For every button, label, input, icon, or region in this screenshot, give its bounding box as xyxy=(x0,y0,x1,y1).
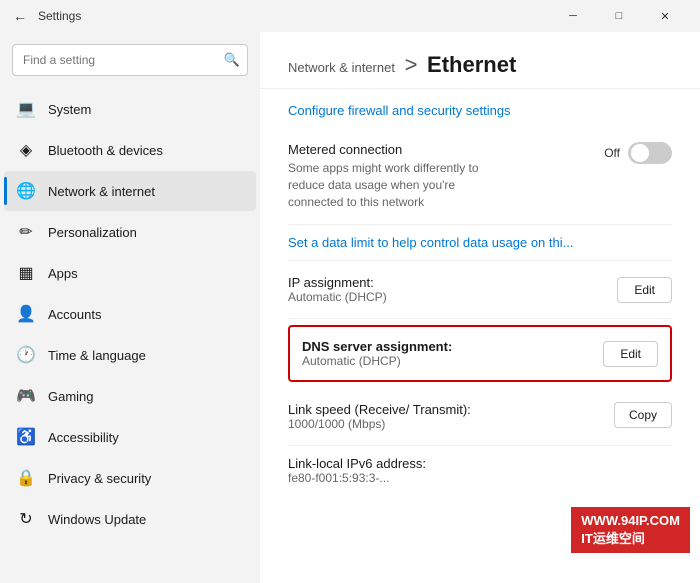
data-limit-link[interactable]: Set a data limit to help control data us… xyxy=(288,225,672,261)
ip-edit-button[interactable]: Edit xyxy=(617,277,672,303)
sidebar-item-label-network: Network & internet xyxy=(48,184,244,199)
link-speed-value: 1000/1000 (Mbps) xyxy=(288,417,598,431)
network-icon: 🌐 xyxy=(16,181,36,201)
page-title: Ethernet xyxy=(427,52,516,77)
time-icon: 🕐 xyxy=(16,345,36,365)
sidebar-item-label-personalization: Personalization xyxy=(48,225,244,240)
sidebar-item-accessibility[interactable]: ♿ Accessibility xyxy=(4,417,256,457)
ipv6-title: Link-local IPv6 address: xyxy=(288,456,672,471)
toggle-knob xyxy=(631,144,649,162)
sidebar-item-apps[interactable]: ▦ Apps xyxy=(4,253,256,293)
metered-toggle[interactable] xyxy=(628,142,672,164)
dns-assignment-title: DNS server assignment: xyxy=(302,339,603,354)
sidebar-item-update[interactable]: ↻ Windows Update xyxy=(4,499,256,539)
sidebar: 🔍 💻 System ◈ Bluetooth & devices 🌐 Network & … xyxy=(0,32,260,583)
sidebar-item-label-system: System xyxy=(48,102,244,117)
breadcrumb-separator: > xyxy=(405,52,418,77)
metered-connection-title: Metered connection xyxy=(288,142,588,157)
metered-connection-row: Metered connection Some apps might work … xyxy=(288,128,672,225)
ip-assignment-value: Automatic (DHCP) xyxy=(288,290,617,304)
personalization-icon: ✏ xyxy=(16,222,36,242)
metered-connection-control: Off xyxy=(604,142,672,164)
link-speed-title: Link speed (Receive/ Transmit): xyxy=(288,402,598,417)
sidebar-item-network[interactable]: 🌐 Network & internet xyxy=(4,171,256,211)
metered-connection-desc: Some apps might work differently to redu… xyxy=(288,160,508,210)
dns-assignment-value: Automatic (DHCP) xyxy=(302,354,603,368)
content-area: Network & internet > Ethernet Configure … xyxy=(260,32,700,583)
nav-list: 💻 System ◈ Bluetooth & devices 🌐 Network & in… xyxy=(0,88,260,540)
accounts-icon: 👤 xyxy=(16,304,36,324)
search-input[interactable] xyxy=(12,44,248,76)
maximize-button[interactable]: □ xyxy=(596,0,642,32)
search-box: 🔍 xyxy=(12,44,248,76)
sidebar-item-gaming[interactable]: 🎮 Gaming xyxy=(4,376,256,416)
sidebar-item-privacy[interactable]: 🔒 Privacy & security xyxy=(4,458,256,498)
dns-assignment-row: DNS server assignment: Automatic (DHCP) … xyxy=(288,325,672,382)
sidebar-item-label-time: Time & language xyxy=(48,348,244,363)
sidebar-item-label-apps: Apps xyxy=(48,266,244,281)
app-body: 🔍 💻 System ◈ Bluetooth & devices 🌐 Network & … xyxy=(0,32,700,583)
sidebar-item-personalization[interactable]: ✏ Personalization xyxy=(4,212,256,252)
toggle-off-label: Off xyxy=(604,146,620,160)
sidebar-item-label-bluetooth: Bluetooth & devices xyxy=(48,143,244,158)
back-button[interactable]: ← xyxy=(12,8,28,24)
search-icon: 🔍 xyxy=(224,52,240,68)
ipv6-row: Link-local IPv6 address: fe80-f001:5:93:… xyxy=(288,446,672,489)
metered-connection-info: Metered connection Some apps might work … xyxy=(288,142,588,210)
ip-assignment-title: IP assignment: xyxy=(288,275,617,290)
sidebar-item-label-gaming: Gaming xyxy=(48,389,244,404)
privacy-icon: 🔒 xyxy=(16,468,36,488)
minimize-button[interactable]: ─ xyxy=(550,0,596,32)
close-button[interactable]: ✕ xyxy=(642,0,688,32)
app-title: Settings xyxy=(38,9,550,23)
sidebar-item-bluetooth[interactable]: ◈ Bluetooth & devices xyxy=(4,130,256,170)
sidebar-item-label-privacy: Privacy & security xyxy=(48,471,244,486)
link-speed-info: Link speed (Receive/ Transmit): 1000/100… xyxy=(288,402,598,431)
sidebar-item-time[interactable]: 🕐 Time & language xyxy=(4,335,256,375)
dns-assignment-info: DNS server assignment: Automatic (DHCP) xyxy=(302,339,603,368)
section-name: Network & internet xyxy=(288,60,395,75)
gaming-icon: 🎮 xyxy=(16,386,36,406)
ip-assignment-info: IP assignment: Automatic (DHCP) xyxy=(288,275,617,304)
apps-icon: ▦ xyxy=(16,263,36,283)
content-body: Configure firewall and security settings… xyxy=(260,89,700,583)
breadcrumb: Network & internet > Ethernet xyxy=(288,52,672,78)
sidebar-item-label-update: Windows Update xyxy=(48,512,244,527)
accessibility-icon: ♿ xyxy=(16,427,36,447)
dns-edit-button[interactable]: Edit xyxy=(603,341,658,367)
sidebar-item-label-accounts: Accounts xyxy=(48,307,244,322)
window-controls: ─ □ ✕ xyxy=(550,0,688,32)
link-speed-row: Link speed (Receive/ Transmit): 1000/100… xyxy=(288,388,672,446)
system-icon: 💻 xyxy=(16,99,36,119)
update-icon: ↻ xyxy=(16,509,36,529)
copy-button[interactable]: Copy xyxy=(614,402,672,428)
ip-assignment-row: IP assignment: Automatic (DHCP) Edit xyxy=(288,261,672,319)
bluetooth-icon: ◈ xyxy=(16,140,36,160)
firewall-link[interactable]: Configure firewall and security settings xyxy=(288,89,672,128)
sidebar-item-label-accessibility: Accessibility xyxy=(48,430,244,445)
titlebar: ← Settings ─ □ ✕ xyxy=(0,0,700,32)
content-header: Network & internet > Ethernet xyxy=(260,32,700,89)
ipv6-value: fe80-f001:5:93:3-... xyxy=(288,471,672,485)
sidebar-item-system[interactable]: 💻 System xyxy=(4,89,256,129)
sidebar-item-accounts[interactable]: 👤 Accounts xyxy=(4,294,256,334)
